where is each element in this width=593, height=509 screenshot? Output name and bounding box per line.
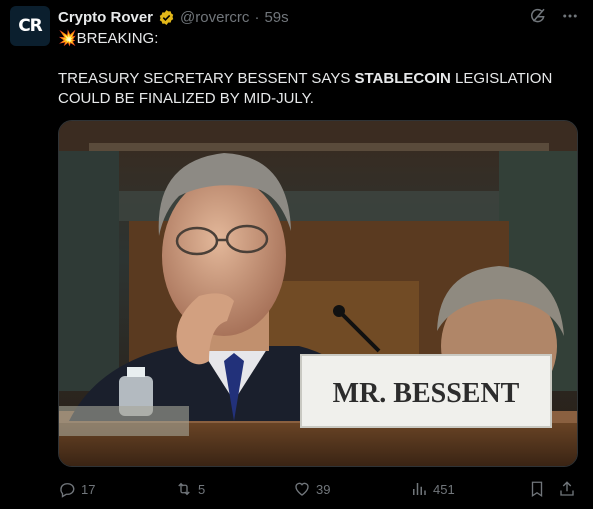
reply-count: 17 [81,481,96,497]
like-count: 39 [316,481,331,497]
separator-dot: · [254,8,260,26]
views-button[interactable]: 451 [410,478,455,500]
reply-button[interactable]: 17 [58,478,95,500]
post-image[interactable]: MR. BESSENT [58,120,578,467]
action-bar: 17 5 39 451 [58,478,578,500]
share-button[interactable] [558,478,576,500]
post-text-segment: TREASURY SECRETARY BESSENT SAYS [58,70,355,87]
author-handle[interactable]: @rovercrc [180,9,249,26]
views-icon [413,483,426,495]
post-time[interactable]: 59s [264,9,288,26]
share-icon [560,481,574,496]
grok-icon[interactable] [529,7,547,25]
avatar[interactable]: CR [10,6,50,46]
repost-icon [178,482,190,496]
post-text-bold: STABLECOIN [354,70,451,87]
avatar-logo-text: CR [18,16,43,36]
post-text-line1: 💥BREAKING: [58,30,159,47]
hearing-photo: MR. BESSENT [59,121,577,466]
nameplate-text: MR. BESSENT [333,378,520,409]
repost-count: 5 [198,481,206,497]
verified-badge-icon [159,9,174,25]
post-text-line2: TREASURY SECRETARY BESSENT SAYS STABLECO… [58,69,578,109]
top-right-actions [529,7,579,25]
bookmark-icon [531,481,543,498]
author-name[interactable]: Crypto Rover [58,9,153,26]
repost-button[interactable]: 5 [175,478,205,500]
reply-icon [60,483,75,498]
bookmark-button[interactable] [528,478,546,500]
like-button[interactable]: 39 [293,478,330,500]
post-header: Crypto Rover @rovercrc · 59s [58,7,289,27]
more-icon[interactable] [561,7,579,25]
heart-icon [295,482,309,496]
views-count: 451 [433,481,455,497]
post-text: 💥BREAKING: TREASURY SECRETARY BESSENT SA… [58,29,578,109]
